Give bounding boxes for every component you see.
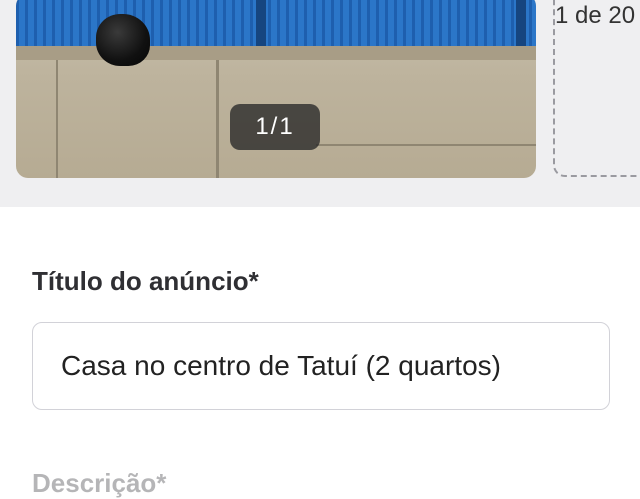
photo-curb	[16, 46, 536, 60]
photo-crack	[316, 144, 536, 146]
listing-photo[interactable]: 1/1	[16, 0, 536, 178]
trash-bag-image	[96, 14, 150, 66]
photo-crack	[56, 60, 58, 178]
photo-fence-post	[256, 0, 266, 46]
photo-crack	[216, 60, 219, 178]
title-input[interactable]	[32, 322, 610, 410]
title-field-label: Título do anúncio*	[32, 266, 259, 296]
photo-fence-post	[516, 0, 526, 46]
photo-fence	[16, 0, 536, 50]
photo-counter-badge: 1/1	[230, 104, 320, 150]
description-field-label: Descrição*	[32, 468, 167, 498]
photo-upload-count: 1 de 20	[555, 2, 636, 29]
